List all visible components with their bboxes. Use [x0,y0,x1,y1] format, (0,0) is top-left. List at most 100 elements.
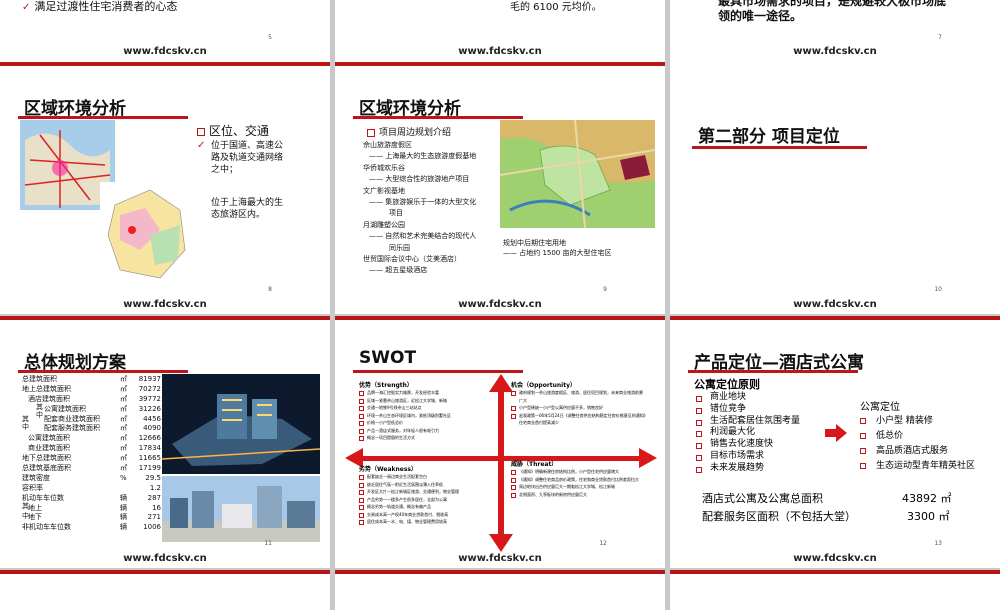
row-label: 容积率 [22,483,43,492]
footer-url: www.fdcskv.cn [458,46,542,57]
swot-text: 北侧面积、九亭板块的新房供应量巨大 [519,491,587,497]
slide-14-partial[interactable] [0,570,330,610]
list-item: 销售去化速度快 [696,439,800,451]
row-label: 总建筑面积 [22,375,57,383]
slide-13[interactable]: 产品定位—酒店式公寓 公寓定位原则 商业地块 错位竞争 生活配套居住氛围考量 利润最大… [670,316,1000,568]
weakness-list: 配套缺乏—周边商业生活配套空白 缺乏居住气氛—附近生活氛围淡薄入住率低 开发区大片—… [359,473,499,526]
square-bullet-icon [860,463,866,469]
swot-item: 《通知》明确新建住房结构比例，小户型住宅供应量增大 [511,468,646,476]
planning-list: 佘山旅游度假区 —— 上海最大的生态旅游度假基地 华侨城欢乐谷 —— 大型综合性… [363,140,476,277]
square-bullet-icon [511,391,516,396]
row-label: 配套商业建筑面积 [44,414,100,423]
row-unit: ㎡ [120,394,127,403]
square-bullet-icon [696,419,702,426]
list-item: —— 超五星级酒店 [369,266,428,275]
planning-map-image [500,120,655,228]
row-value: 39772 [138,394,161,403]
row-value: 1.2 [149,483,161,492]
strength-list: 品牌—海汇控股实力雄厚，开发经验丰富 区域—紧靠佘山旅游区，近松江大学城、新城 交通… [359,389,499,442]
strength-title: 优势（Strength） [359,382,413,389]
list-item: 同乐园 [389,243,410,252]
row-value: 17834 [138,444,161,453]
swot-item: 周边地块出台供应量巨大一期临松江大学城、松江新城 [511,483,646,491]
header-bar [670,570,1000,574]
list-item: —— 上海最大的生态旅游度假基地 [369,152,477,161]
swot-text: 概念劣势—轨道交通、概念有偏产品 [367,504,431,509]
square-bullet-icon [359,406,364,411]
principle-title: 公寓定位原则 [694,378,760,391]
weakness-title: 劣势（Weakness） [359,466,417,473]
slide-12[interactable]: SWOT 优势（Strength） 品牌—海汇控股实力雄厚，开发经验丰富 区域—紧… [335,316,665,568]
slide-number: 13 [934,540,942,547]
threat-title: 威胁（Threat） [511,461,558,468]
square-bullet-icon [696,431,702,438]
list-item: 文广影视基地 [363,186,405,195]
list-text: 生活配套居住氛围考量 [710,415,801,426]
row-label: 酒店建筑面积 [28,394,70,403]
threat-list: 《通知》明确新建住房结构比例，小户型住宅供应量增大 《通知》调整住宅商品房价政策，… [511,468,646,498]
title-underline [18,370,188,373]
swot-text: 缺乏居住气氛—附近生活氛围淡薄入住率低 [367,481,443,487]
list-text: 小户型 精装修 [876,416,933,426]
list-item: 未来发展趋势 [696,463,800,475]
swot-item: 产品劣势—一楼多产生很多居住，全部为公寓 [359,496,499,504]
slide-5[interactable]: ✓ 满足过渡性住宅消费者的心态 5 www.fdcskv.cn [0,0,330,64]
row-value: 271 [147,513,161,522]
row-label: 公寓建筑面积 [44,404,86,413]
row-value: 29.5 [145,473,161,482]
slide-8[interactable]: 区域环境分析 区位、交通 ✓ 位于国道、高速公 路及轨道交通网络 之中； 位于上… [0,62,330,314]
group-char: 其 [22,415,29,423]
slide-6[interactable]: 毛的 6100 元均价。 www.fdcskv.cn [335,0,665,64]
body-line: 路及轨道交通网络 [211,153,284,163]
caption-line: —— 占地约 1500 亩的大型住宅区 [503,249,612,257]
opportunity-title: 机会（Opportunity） [511,382,577,389]
square-bullet-icon [359,520,364,525]
slide-11[interactable]: 总体规划方案 其中 其中 其中 总建筑面积㎡ 81937 地上总建筑面积㎡ 70272… [0,316,330,568]
footer-url: www.fdcskv.cn [123,299,207,310]
slide-16-partial[interactable] [670,570,1000,610]
swot-item: 概念劣势—轨道交通、概念有偏产品 [359,503,499,511]
row-label: 总建筑基底面积 [22,464,71,473]
footer-url: www.fdcskv.cn [123,553,207,564]
group-char: 中 [22,423,29,431]
list-item: 利润最大化 [696,427,800,439]
footer-url: www.fdcskv.cn [793,46,877,57]
row-unit: % [120,473,127,482]
row-value: 11665 [138,454,161,463]
footer-url: www.fdcskv.cn [793,299,877,310]
slide-7[interactable]: 最具市场需求的项目，是规避较大极市场底 领的唯一途径。 7 www.fdcskv… [670,0,1000,64]
list-text: 销售去化速度快 [710,439,774,450]
square-bullet-icon [696,454,702,461]
row-unit: 辆 [120,513,127,522]
square-bullet-icon [696,443,702,450]
list-item: 佘山旅游度假区 [363,141,412,149]
night-render-image [162,374,320,474]
opportunity-list: 政府规划—佘山旅游度假区、旅游、居住项目规划，未来商业旅游前景广大 小户型稀缺—小… [511,389,646,427]
row-value: 70272 [138,384,161,393]
swot-item: 《通知》调整住宅商品房价政策，住宅和商业贷款首付比例差距拉大 [511,476,646,484]
list-item: 华侨城欢乐谷 [363,163,405,172]
slide-9[interactable]: 区域环境分析 项目周边规划介绍 佘山旅游度假区 —— 上海最大的生态旅游度假基地… [335,62,665,314]
slide-10[interactable]: 第二部分 项目定位 10 www.fdcskv.cn [670,62,1000,314]
caption-line: 规划中后期住宅用地 [503,239,566,247]
swot-text: 交通—地铁9号线佘山三站站点 [367,405,422,410]
list-text: 低总价 [876,431,904,441]
swot-text: 环境—佘山生态环境区域内，紧依顶级别墅社区 [367,412,451,418]
footer-url: www.fdcskv.cn [458,299,542,310]
swot-item: 政府规划—佘山旅游度假区、旅游、居住项目规划，未来商业旅游前景广大 [511,389,646,404]
row-value: 31226 [138,404,161,413]
swot-cross-arrows [345,374,657,552]
body-line: 之中； [211,165,239,175]
section-heading: 项目周边规划介绍 [379,128,452,138]
slide-15-partial[interactable] [335,570,665,610]
title-underline [353,116,523,119]
square-bullet-icon [367,128,375,137]
list-text: 商业地块 [710,392,747,402]
body-paragraph: 位于上海最大的生 态旅游区内。 [211,197,283,221]
square-bullet-icon [359,421,364,426]
row-value: 1006 [143,523,161,532]
square-bullet-icon [197,127,205,136]
square-bullet-icon [511,485,516,490]
bullet-item: ✓ 位于国道、高速公 路及轨道交通网络 之中； [197,140,283,176]
list-item: 高品质酒店式服务 [860,444,975,459]
